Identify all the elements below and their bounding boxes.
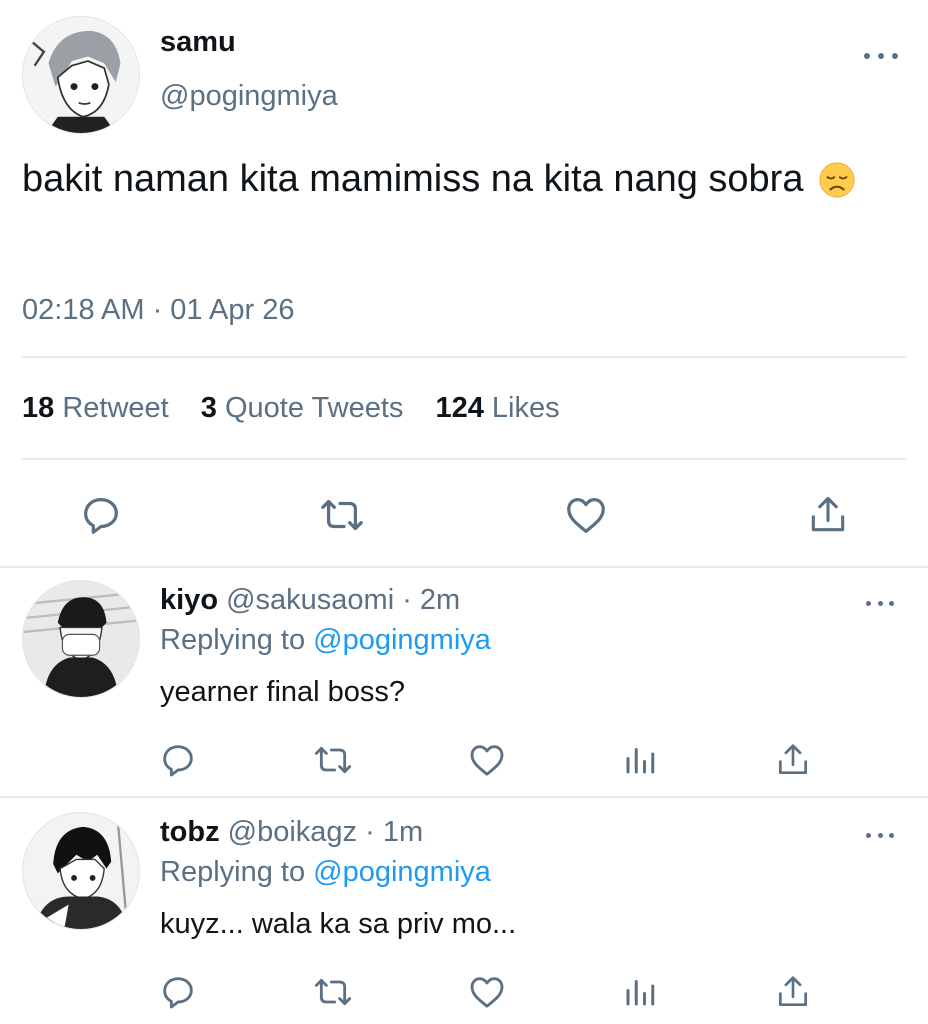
quotes-stat[interactable]: 3 Quote Tweets [201, 392, 412, 424]
replying-to: Replying to @pogingmiya [160, 624, 491, 657]
divider [22, 458, 906, 460]
reply-text: kuyz... wala ka sa priv mo... [160, 908, 517, 940]
reply-time: · 1m [365, 816, 424, 848]
retweet-icon[interactable] [318, 492, 366, 538]
retweets-label: Retweet [62, 392, 169, 424]
reply-time: · 2m [402, 584, 461, 616]
replying-to-label: Replying to [160, 856, 306, 888]
tweet-text-content: bakit naman kita mamimiss na kita nang s… [22, 158, 804, 200]
like-icon[interactable] [562, 492, 610, 538]
more-options-icon[interactable] [866, 596, 894, 610]
handle[interactable]: @boikagz [228, 816, 357, 848]
share-icon[interactable] [774, 972, 812, 1012]
replying-to-link[interactable]: @pogingmiya [313, 856, 491, 888]
likes-count: 124 [435, 392, 484, 424]
replying-to: Replying to @pogingmiya [160, 856, 491, 889]
reply-header: kiyo @sakusaomi · 2m [160, 584, 460, 617]
display-name[interactable]: samu [160, 26, 236, 59]
divider [0, 796, 928, 798]
avatar[interactable] [22, 812, 140, 930]
share-icon[interactable] [774, 740, 812, 780]
retweets-stat[interactable]: 18 Retweet [22, 392, 177, 424]
likes-stat[interactable]: 124 Likes [435, 392, 559, 424]
quotes-count: 3 [200, 392, 217, 424]
handle[interactable]: @sakusaomi [226, 584, 394, 616]
avatar-image [23, 17, 139, 133]
avatar-image [23, 813, 139, 929]
reply-header: tobz @boikagz · 1m [160, 816, 423, 849]
reply-text: yearner final boss? [160, 676, 406, 708]
handle[interactable]: @pogingmiya [160, 80, 338, 113]
retweets-count: 18 [22, 392, 55, 424]
retweet-icon[interactable] [312, 740, 354, 780]
share-icon[interactable] [806, 492, 850, 538]
analytics-icon[interactable] [622, 972, 658, 1012]
timestamp[interactable]: 02:18 AM · 01 Apr 26 [22, 294, 294, 327]
likes-label: Likes [491, 392, 560, 424]
reply-icon[interactable] [158, 972, 198, 1012]
quotes-label: Quote Tweets [224, 392, 404, 424]
engagement-stats: 18 Retweet 3 Quote Tweets 124 Likes [22, 392, 560, 425]
more-options-icon[interactable] [864, 49, 898, 63]
divider [22, 356, 906, 358]
reply-icon[interactable] [78, 492, 124, 538]
replying-to-link[interactable]: @pogingmiya [313, 624, 491, 656]
analytics-icon[interactable] [622, 740, 658, 780]
replying-to-label: Replying to [160, 624, 306, 656]
disappointed-face-icon [819, 162, 855, 198]
avatar-image [23, 581, 139, 697]
retweet-icon[interactable] [312, 972, 354, 1012]
avatar[interactable] [22, 16, 140, 134]
tweet-text: bakit naman kita mamimiss na kita nang s… [22, 152, 882, 207]
display-name[interactable]: kiyo [160, 584, 218, 616]
display-name[interactable]: tobz [160, 816, 220, 848]
reply-icon[interactable] [158, 740, 198, 780]
divider [0, 566, 928, 568]
like-icon[interactable] [466, 740, 508, 780]
more-options-icon[interactable] [866, 828, 894, 842]
like-icon[interactable] [466, 972, 508, 1012]
avatar[interactable] [22, 580, 140, 698]
